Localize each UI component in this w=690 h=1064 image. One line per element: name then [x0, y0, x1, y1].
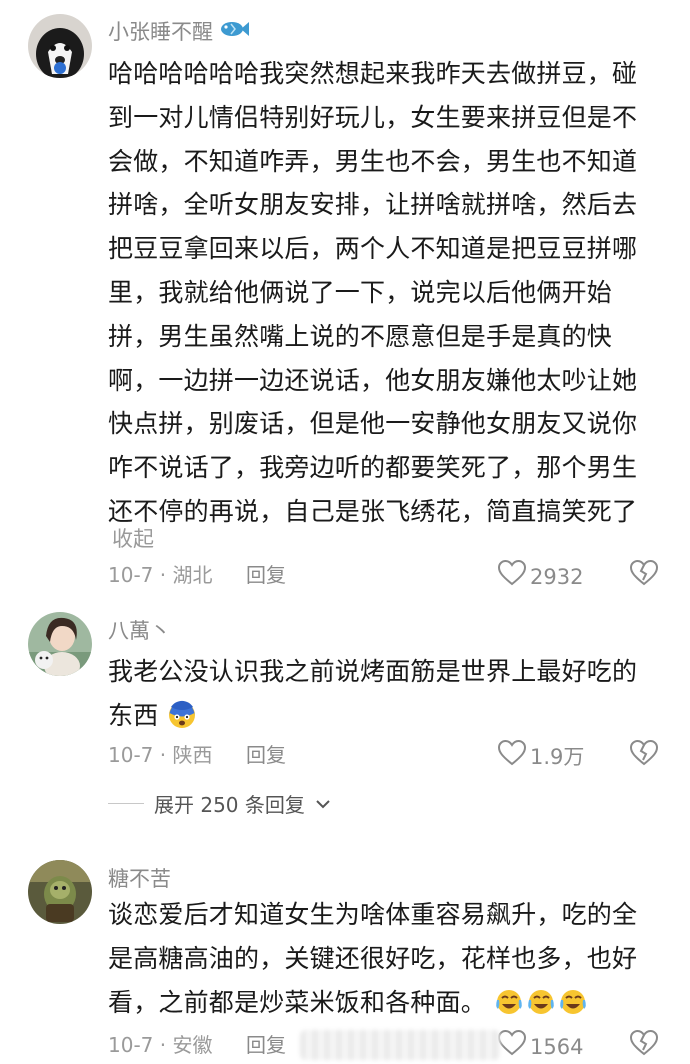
username[interactable]: 八萬丶 — [108, 617, 171, 645]
comment-line: 谈恋爱后才知道女生为啥体重容易飙升，吃的全 — [108, 900, 638, 929]
comment-line: 里，我就给他俩说了一下，说完以后他俩开始 — [108, 277, 613, 307]
reply-button[interactable]: 回复 — [246, 740, 286, 770]
avatar[interactable] — [28, 860, 92, 924]
comment-line: 会做，不知道咋弄，男生也不会，男生也不知道 — [108, 146, 638, 176]
comment-line: 我老公没认识我之前说烤面筋是世界上最好吃的 — [108, 657, 638, 686]
broken-heart-icon — [629, 739, 659, 771]
comment-line-text: 看，之前都是炒菜米饭和各种面。 — [108, 987, 487, 1017]
comment-line: 还不停的再说，自己是张飞绣花，简直搞笑死了 — [108, 496, 638, 526]
expand-replies-label[interactable]: 展开 250 条回复 — [154, 789, 305, 818]
reply-button[interactable]: 回复 — [246, 560, 286, 590]
comment-line: 拼啥，全听女朋友安排，让拼啥就拼啥，然后去 — [108, 190, 638, 220]
dislike-button[interactable] — [629, 1029, 659, 1061]
comment-line: 快点拼，别废话，但是他一安静他女朋友又说你 — [108, 409, 638, 439]
broken-heart-icon — [629, 559, 659, 591]
like-button[interactable]: 1564 — [497, 1029, 584, 1064]
comment-line: 把豆豆拿回来以后，两个人不知道是把豆豆拼哪 — [108, 234, 638, 264]
heart-outline-icon — [497, 739, 527, 774]
like-count: 2932 — [530, 565, 584, 589]
dislike-button[interactable] — [629, 559, 659, 591]
username[interactable]: 小张睡不醒 — [108, 18, 249, 46]
broken-heart-icon — [629, 1029, 659, 1061]
date-location: 10-7 · 安徽 — [108, 1033, 213, 1057]
comment-line: 到一对儿情侣特别好玩儿，女生要来拼豆但是不 — [108, 102, 638, 132]
date-location: 10-7 · 湖北 — [108, 563, 213, 587]
expand-replies-button[interactable]: 展开 250 条回复 — [108, 788, 331, 818]
chevron-down-icon — [315, 791, 331, 815]
heart-outline-icon — [497, 559, 527, 594]
dislike-button[interactable] — [629, 739, 659, 771]
comment-line: 啊，一边拼一边还说话，他女朋友嫌他太吵让她 — [108, 365, 638, 395]
username-text[interactable]: 八萬丶 — [108, 617, 171, 645]
username-text[interactable]: 糖不苦 — [108, 865, 171, 893]
reply-button[interactable]: 回复 — [246, 1030, 286, 1060]
like-button[interactable]: 2932 — [497, 559, 584, 594]
comment-line-text: 东西 — [108, 700, 159, 730]
username-text[interactable]: 小张睡不醒 — [108, 18, 213, 46]
comment-line: 东西 — [108, 694, 660, 744]
comment-line: 看，之前都是炒菜米饭和各种面。 — [108, 981, 660, 1031]
avatar[interactable] — [28, 14, 92, 78]
comment-line: 哈哈哈哈哈哈我突然想起来我昨天去做拼豆，碰 — [108, 59, 638, 88]
like-count: 1564 — [530, 1035, 584, 1059]
comment-body: 我老公没认识我之前说烤面筋是世界上最好吃的 东西 — [108, 650, 660, 744]
like-button[interactable]: 1.9万 — [497, 739, 585, 774]
scared-face-emoji — [167, 700, 197, 744]
date-location: 10-7 · 陕西 — [108, 743, 213, 767]
crying-laughing-emoji — [494, 987, 590, 1031]
comment-body: 哈哈哈哈哈哈我突然想起来我昨天去做拼豆，碰 到一对儿情侣特别好玩儿，女生要来拼豆… — [108, 52, 660, 534]
watermark — [300, 1030, 500, 1060]
avatar[interactable] — [28, 612, 92, 676]
divider — [108, 802, 144, 804]
collapse-button[interactable]: 收起 — [112, 525, 154, 553]
comment-meta: 10-7 · 湖北 回复 2932 — [108, 559, 668, 591]
comment-line: 拼，男生虽然嘴上说的不愿意但是手是真的快 — [108, 321, 613, 351]
like-count: 1.9万 — [530, 745, 585, 769]
comment-meta: 10-7 · 陕西 回复 1.9万 — [108, 739, 668, 771]
heart-outline-icon — [497, 1029, 527, 1064]
comment-line: 是高糖高油的，关键还很好吃，花样也多，也好 — [108, 943, 638, 973]
comment-body: 谈恋爱后才知道女生为啥体重容易飙升，吃的全 是高糖高油的，关键还很好吃，花样也多… — [108, 893, 660, 1030]
comment-line: 咋不说话了，我旁边听的都要笑死了，那个男生 — [108, 453, 638, 483]
username[interactable]: 糖不苦 — [108, 865, 171, 893]
fish-icon — [219, 18, 249, 46]
